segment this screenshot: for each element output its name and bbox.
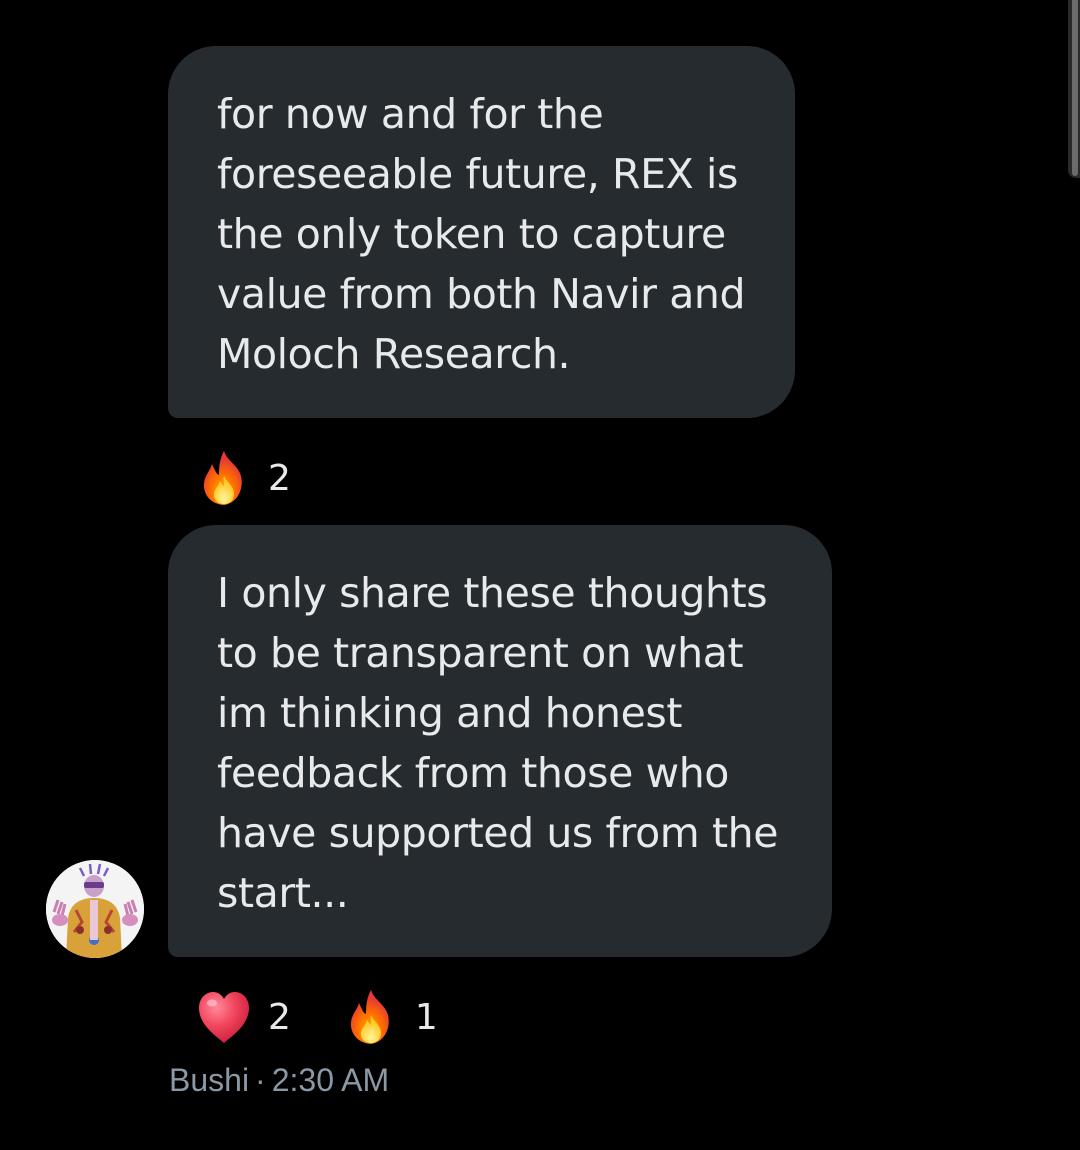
message-text-line: value from both Navir and	[217, 270, 746, 318]
message-text-line: to be transparent on what	[217, 629, 744, 677]
avatar[interactable]	[46, 860, 144, 958]
message-text-line: for now and for the	[217, 90, 604, 138]
message-bubble[interactable]: for now and for the foreseeable future, …	[168, 46, 795, 418]
fire-icon	[350, 990, 389, 1044]
message-text-line: the only token to capture	[217, 210, 726, 258]
heart-icon	[199, 992, 249, 1043]
reaction-fire[interactable]: 1	[343, 987, 438, 1047]
meta-separator: ·	[255, 1062, 266, 1098]
message-bubble[interactable]: I only share these thoughts to be transp…	[168, 525, 832, 957]
scrollbar-thumb[interactable]	[1072, 0, 1078, 176]
message-text-line: im thinking and honest	[217, 689, 683, 737]
reaction-count: 2	[268, 457, 291, 499]
message-text-line: foreseeable future, REX is	[217, 150, 738, 198]
message-timestamp: 2:30 AM	[271, 1062, 390, 1098]
avatar-image	[46, 860, 144, 958]
message-text-line: Moloch Research.	[217, 330, 571, 378]
message-text-line: I only share these thoughts	[217, 569, 768, 617]
message-text-line: have supported us from the	[217, 809, 779, 857]
reaction-heart[interactable]: 2	[196, 987, 291, 1047]
reaction-count: 2	[268, 996, 291, 1038]
message-reactions: 2 1	[196, 987, 490, 1047]
scrollbar[interactable]	[1068, 0, 1080, 178]
message-text-line: start...	[217, 869, 349, 917]
message-reactions: 2	[196, 448, 343, 508]
message-text-line: feedback from those who	[217, 749, 729, 797]
sender-name[interactable]: Bushi	[169, 1062, 249, 1098]
reaction-count: 1	[414, 996, 438, 1038]
message-meta: Bushi · 2:30 AM	[169, 1062, 389, 1099]
fire-icon	[203, 451, 242, 505]
reaction-fire[interactable]: 2	[196, 448, 291, 508]
